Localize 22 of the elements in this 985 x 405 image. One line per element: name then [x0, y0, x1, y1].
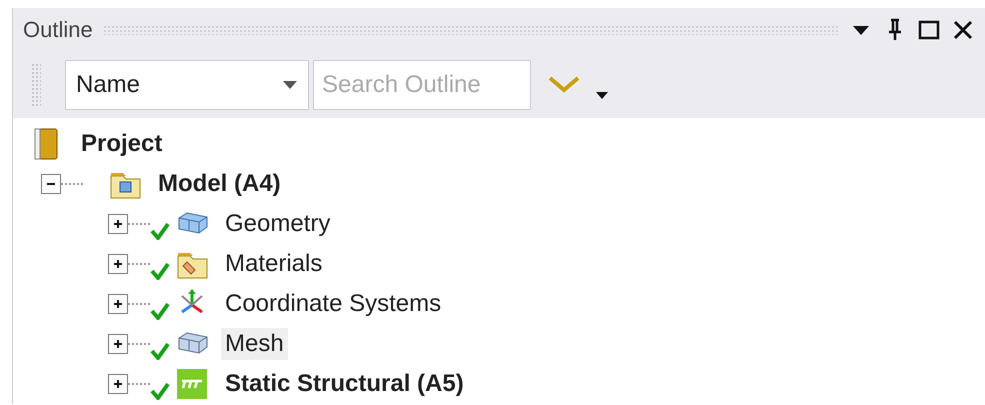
caret-icon[interactable] [595, 91, 609, 101]
tree-item[interactable]: Mesh [221, 328, 288, 360]
tree-item[interactable]: Materials [221, 248, 326, 280]
collapse-toggle-icon[interactable] [41, 174, 61, 194]
expand-toggle-icon[interactable] [108, 334, 128, 354]
expand-toggle-icon[interactable] [108, 254, 128, 274]
tree-item[interactable]: Project [77, 128, 166, 160]
panel-title: Outline [23, 17, 93, 43]
toolbar-grip[interactable] [31, 63, 41, 107]
analysis-icon [175, 368, 209, 400]
caret-icon [282, 80, 298, 90]
expand-toggle-icon[interactable] [108, 294, 128, 314]
search-field[interactable]: Search Outline [313, 60, 531, 110]
tree-item[interactable]: Coordinate Systems [221, 288, 446, 320]
expand-toggle-icon[interactable] [108, 214, 128, 234]
tree-item[interactable]: Geometry [221, 208, 334, 240]
maximize-icon[interactable] [917, 18, 941, 42]
sort-dropdown[interactable]: Name [65, 60, 309, 110]
tree-item[interactable]: Model (A4) [154, 168, 285, 200]
expand-toggle-icon[interactable] [108, 374, 128, 394]
tree-item[interactable]: Static Structural (A5) [221, 368, 468, 400]
close-icon[interactable] [951, 18, 975, 42]
